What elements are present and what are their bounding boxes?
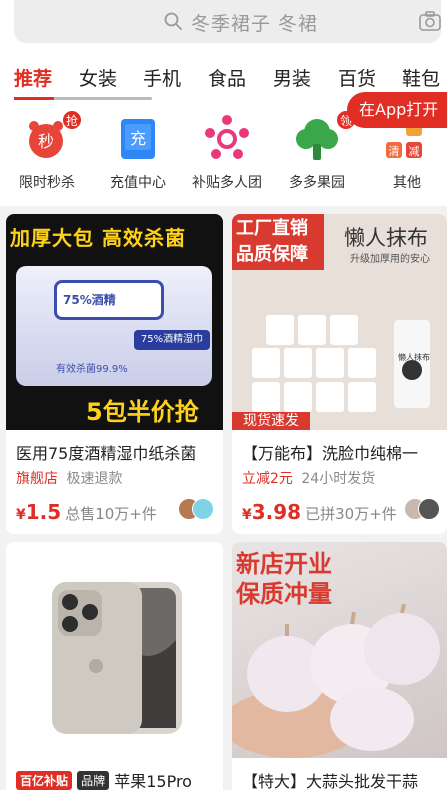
- search-icon: [164, 12, 182, 30]
- orchard-tree-icon: 领: [292, 110, 356, 164]
- product-image: 新店开业 保质冲量: [232, 542, 447, 758]
- tab-phones[interactable]: 手机: [143, 64, 181, 91]
- subsidy-badge: 百亿补贴: [16, 770, 73, 790]
- badge-line1: 工厂直销: [236, 218, 308, 239]
- price-value: 1.5: [25, 500, 62, 524]
- product-image: 工厂直销 品质保障 懒人抹布 升级加厚用的安心 懒人抹布 现货速发: [232, 214, 447, 430]
- package-claim: 有效杀菌99.9%: [56, 364, 128, 375]
- image-promo: 5包半价抢: [86, 398, 199, 426]
- package-tag: 75%酒精湿巾: [134, 330, 210, 350]
- store-tag: 旗舰店: [16, 471, 58, 487]
- image-headline: 加厚大包 高效杀菌: [10, 226, 186, 250]
- tab-mens[interactable]: 男装: [273, 64, 311, 91]
- search-bar[interactable]: 冬季裙子 冬裙: [14, 0, 441, 43]
- shortcut-flash-sale[interactable]: 秒 抢 限时秒杀: [2, 110, 92, 192]
- avatar: [418, 498, 440, 520]
- flash-sale-glyph: 秒: [38, 132, 54, 151]
- product-price: ¥1.5 总售10万+件: [16, 500, 157, 524]
- image-headline: 懒人抹布: [344, 226, 428, 250]
- price-value: 3.98: [251, 500, 302, 524]
- more-glyph-jian: 减: [409, 145, 420, 158]
- product-card[interactable]: 加厚大包 高效杀菌 75%酒精 75%酒精湿巾 有效杀菌99.9% 5包半价抢 …: [6, 214, 223, 534]
- tab-food[interactable]: 食品: [208, 64, 246, 91]
- product-image: 加厚大包 高效杀菌 75%酒精 75%酒精湿巾 有效杀菌99.9% 5包半价抢: [6, 214, 223, 430]
- product-title: 苹果15Pro: [114, 772, 192, 790]
- tab-goods[interactable]: 百货: [338, 64, 376, 91]
- shipping-tag: 24小时发货: [301, 471, 376, 487]
- tab-shoes-bags[interactable]: 鞋包: [402, 64, 440, 91]
- image-promo: 现货速发: [232, 412, 310, 430]
- tab-active-indicator: [14, 97, 54, 100]
- open-in-app-button[interactable]: 在App打开 ❯: [347, 92, 447, 128]
- wipes-package: 75%酒精 75%酒精湿巾 有效杀菌99.9%: [16, 266, 212, 386]
- product-title: 【特大】大蒜头批发干蒜: [242, 772, 419, 790]
- recharge-glyph: 充: [130, 129, 146, 148]
- product-image: [6, 542, 223, 758]
- flash-sale-clock-icon: 秒 抢: [22, 110, 82, 164]
- image-subline: 升级加厚用的安心: [350, 254, 430, 265]
- avatar: [192, 498, 214, 520]
- sold-count: 已拼30万+件: [305, 505, 397, 523]
- iphone-illustration: [52, 582, 182, 734]
- badge-line2: 品质保障: [236, 244, 308, 265]
- tab-scroll-indicator: [14, 97, 152, 100]
- shortcut-group-buy[interactable]: 补贴多人团: [182, 114, 272, 192]
- product-tags: 旗舰店 极速退款: [16, 468, 122, 488]
- package-label: 懒人抹布: [398, 353, 430, 362]
- sold-count: 总售10万+件: [65, 505, 157, 523]
- tab-womens[interactable]: 女装: [79, 64, 117, 91]
- product-price: ¥3.98 已拼30万+件: [242, 500, 397, 524]
- camera-icon[interactable]: [419, 11, 441, 31]
- flash-sale-badge: 抢: [62, 110, 82, 130]
- group-buy-icon: [202, 114, 252, 164]
- shortcut-label: 充值中心: [110, 175, 166, 191]
- package-brand: 75%酒精: [63, 293, 116, 307]
- shortcut-label: 补贴多人团: [192, 175, 262, 191]
- more-glyph-qing: 清: [389, 145, 400, 158]
- recharge-phone-icon: 充: [113, 114, 163, 164]
- open-in-app-label: 在App打开: [359, 100, 439, 119]
- refund-tag: 极速退款: [66, 471, 123, 487]
- product-title-row: 百亿补贴 品牌 苹果15Pro: [16, 768, 216, 790]
- product-tags: 立减2元 24小时发货: [242, 468, 375, 488]
- shortcut-label: 多多果园: [289, 175, 345, 191]
- product-card[interactable]: 工厂直销 品质保障 懒人抹布 升级加厚用的安心 懒人抹布 现货速发 【万能布】洗…: [232, 214, 447, 534]
- brand-badge: 品牌: [77, 770, 110, 790]
- shortcut-label: 其他: [393, 175, 421, 191]
- tab-recommend[interactable]: 推荐: [14, 64, 52, 91]
- package-label: 75%酒精: [54, 280, 164, 320]
- shortcut-recharge[interactable]: 充 充值中心: [93, 114, 183, 192]
- search-placeholder: 冬季裙子 冬裙: [191, 13, 319, 35]
- shortcut-label: 限时秒杀: [19, 175, 75, 191]
- product-title: 【万能布】洗脸巾纯棉一: [242, 444, 419, 463]
- currency-symbol: ¥: [242, 507, 252, 523]
- garlic-illustration: [232, 604, 440, 758]
- shortcut-orchard[interactable]: 领 多多果园: [272, 110, 362, 192]
- discount-tag: 立减2元: [242, 471, 293, 487]
- product-title: 医用75度酒精湿巾纸杀菌: [16, 444, 197, 463]
- currency-symbol: ¥: [16, 507, 26, 523]
- product-card[interactable]: 新店开业 保质冲量 【特大】大蒜头批发干蒜: [232, 542, 447, 790]
- product-card[interactable]: 百亿补贴 品牌 苹果15Pro: [6, 542, 223, 790]
- top-bar: 冬季裙子 冬裙: [0, 0, 447, 52]
- image-badge-factory: 工厂直销 品质保障: [232, 214, 324, 270]
